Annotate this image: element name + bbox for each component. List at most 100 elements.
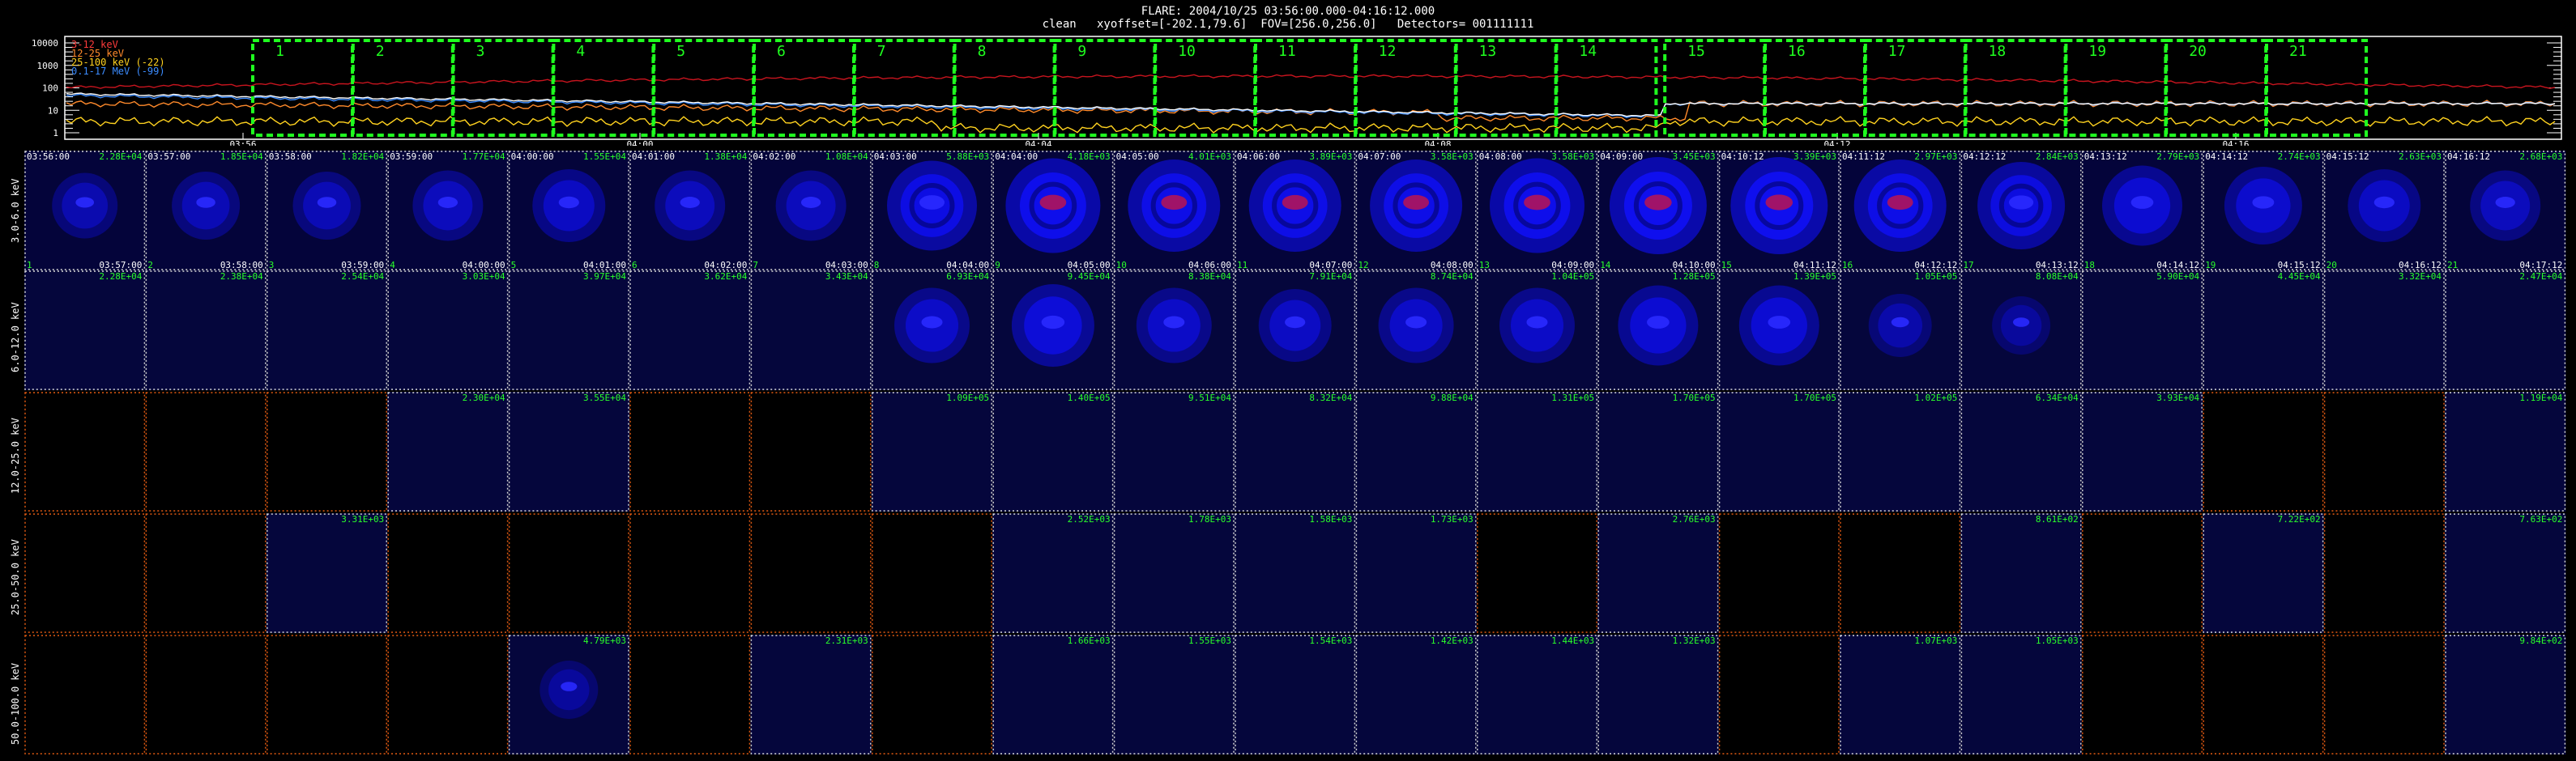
source-core	[543, 180, 595, 232]
cell-background	[2445, 513, 2566, 633]
max-value-label: 2.97E+03	[1914, 151, 1957, 162]
image-cell: 1.77E+04 03:59:00 04:00:00 4	[387, 151, 509, 270]
max-value-label: 2.28E+04	[99, 151, 142, 162]
source-core	[1745, 172, 1814, 240]
max-value-label: 7.22E+02	[2278, 514, 2321, 525]
interval-box	[1053, 39, 1157, 137]
cell-border	[145, 270, 267, 390]
source-ring	[1755, 181, 1804, 230]
cell-background	[1960, 635, 2082, 755]
max-value-label: 1.77E+04	[463, 151, 505, 162]
lightcurve-legend: 3-12 keV 12-25 keV 25-100 keV (-22) 0.1-…	[71, 40, 165, 76]
image-cell: 3.03E+04	[387, 270, 509, 390]
cell-background	[145, 513, 267, 633]
source-peak	[1161, 194, 1188, 210]
end-time-label: 04:04:00	[946, 260, 989, 270]
interval-index-label: 19	[2205, 260, 2216, 270]
source-halo	[2470, 170, 2541, 241]
interval-index-label: 5	[511, 260, 517, 270]
image-cell: 3.39E+03 04:10:12 04:11:12 15	[1718, 151, 1840, 270]
start-time-label: 04:02:00	[753, 151, 795, 162]
cell-border	[1355, 270, 1477, 390]
interval-index-label: 16	[1842, 260, 1853, 270]
interval-label: 1	[275, 43, 284, 60]
max-value-label: 3.93E+04	[2156, 393, 2199, 403]
cell-border	[2082, 151, 2203, 270]
cell-border	[508, 151, 629, 270]
image-cell: 6.34E+04	[1960, 392, 2082, 512]
max-value-label: 9.51E+04	[1188, 393, 1231, 403]
source-ring	[1998, 183, 2044, 228]
cell-background	[1476, 270, 1598, 390]
image-cell: 5.90E+04	[2081, 270, 2203, 390]
max-value-label: 4.18E+03	[1068, 151, 1111, 162]
cell-background	[1597, 392, 1719, 512]
start-time-label: 04:12:12	[1963, 151, 2006, 162]
interval-label: 19	[2088, 43, 2106, 60]
max-value-label: 1.70E+05	[1673, 393, 1716, 403]
cell-background	[2081, 270, 2203, 390]
max-value-label: 1.38E+04	[704, 151, 747, 162]
source-core	[2113, 177, 2171, 234]
max-value-label: 1.82E+04	[341, 151, 384, 162]
interval-label: 11	[1278, 43, 1296, 60]
cell-background	[387, 513, 509, 633]
max-value-label: 3.39E+03	[1793, 151, 1836, 162]
cell-background	[387, 151, 509, 270]
source-halo	[172, 172, 241, 240]
source-halo	[2348, 169, 2421, 242]
source-core	[1141, 173, 1207, 238]
cell-border	[750, 270, 872, 390]
cell-border	[1718, 392, 1840, 512]
max-value-label: 1.54E+03	[1309, 636, 1352, 646]
source-ring	[909, 183, 955, 228]
image-cell: 3.55E+04	[508, 392, 629, 512]
cell-border	[750, 392, 872, 512]
interval-box	[1555, 39, 1658, 137]
image-cell	[145, 513, 267, 633]
source-halo	[655, 170, 726, 241]
start-time-label: 03:58:00	[269, 151, 312, 162]
cell-background	[1355, 270, 1477, 390]
source-core	[62, 182, 109, 229]
source-core	[1510, 299, 1564, 352]
image-cell: 7.22E+02	[2203, 513, 2324, 633]
cell-background	[1235, 513, 1356, 633]
end-time-label: 04:06:00	[1188, 260, 1231, 270]
max-value-label: 6.93E+04	[946, 271, 989, 282]
max-value-label: 1.85E+04	[220, 151, 263, 162]
end-time-label: 04:15:12	[2278, 260, 2321, 270]
max-value-label: 1.73E+03	[1431, 514, 1474, 525]
source-ring	[1150, 182, 1197, 229]
max-value-label: 9.88E+04	[1431, 393, 1474, 403]
cell-background	[1113, 151, 1235, 270]
source-ring	[1633, 181, 1683, 230]
image-cell: 3.97E+04	[508, 270, 629, 390]
max-value-label: 3.55E+04	[583, 393, 626, 403]
cell-border	[1597, 513, 1719, 633]
source-halo	[2224, 167, 2302, 244]
max-value-label: 4.01E+03	[1188, 151, 1231, 162]
start-time-label: 04:16:12	[2447, 151, 2490, 162]
source-peak	[2008, 195, 2034, 210]
cell-border	[2082, 392, 2203, 512]
image-cell: 9.45E+04	[992, 270, 1114, 390]
end-time-label: 04:11:12	[1793, 260, 1836, 270]
image-cell: 1.31E+05	[1476, 392, 1598, 512]
source-halo	[1738, 285, 1819, 366]
cell-background	[24, 513, 146, 633]
max-value-label: 1.55E+04	[583, 151, 626, 162]
source-halo	[1977, 162, 2066, 249]
cell-border	[1718, 270, 1840, 390]
source-peak	[1644, 194, 1672, 210]
cell-background	[1718, 392, 1840, 512]
source-halo	[1609, 157, 1707, 254]
y-tick-label: 10000	[32, 38, 58, 49]
end-time-label: 04:13:12	[2036, 260, 2079, 270]
max-value-label: 3.97E+04	[583, 271, 626, 282]
cell-background	[1718, 151, 1840, 270]
cell-border	[1597, 392, 1719, 512]
source-halo	[887, 160, 977, 251]
image-cell	[2203, 392, 2324, 512]
source-halo	[1868, 294, 1932, 357]
